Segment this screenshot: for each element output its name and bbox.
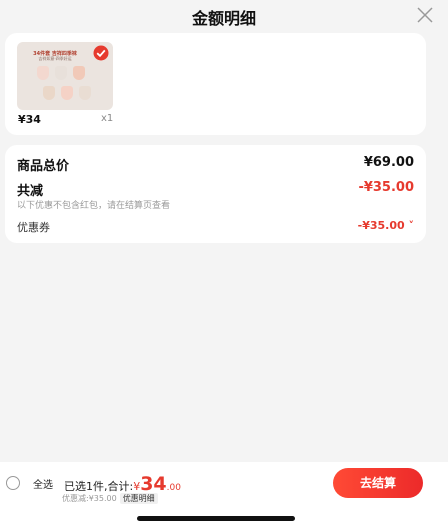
select-all-label[interactable]: 全选 [33, 476, 53, 491]
amount-detail-sheet: 金额明细 34件套 吉祥四季袜 吉祥如意·四季好运 ¥34 x1 商品总价 ¥6… [0, 0, 448, 530]
select-all-radio[interactable] [6, 476, 20, 490]
home-indicator [137, 516, 295, 521]
selected-check-icon [93, 45, 109, 61]
sock-image [61, 86, 73, 100]
selected-summary: 已选1件,合计:¥34.00 [64, 473, 181, 495]
selected-count-text: 已选1件,合计: [64, 480, 134, 493]
sock-image [55, 66, 67, 80]
total-price-value: ¥69.00 [363, 155, 414, 170]
sock-image [79, 86, 91, 100]
saved-amount: 优惠减:¥35.00 [62, 494, 117, 503]
coupon-value[interactable]: -¥35.00 ˅ [358, 219, 414, 232]
price-summary-card: 商品总价 ¥69.00 共减 -¥35.00 以下优惠不包含红包，请在结算页查看… [5, 145, 426, 243]
page-title: 金额明细 [191, 9, 256, 28]
product-price: ¥34 [18, 113, 41, 126]
header: 金额明细 [0, 0, 448, 30]
discount-detail-link[interactable]: 优惠明细 [119, 493, 158, 504]
reduction-value: -¥35.00 [358, 180, 414, 195]
product-card: 34件套 吉祥四季袜 吉祥如意·四季好运 ¥34 x1 [5, 33, 426, 135]
close-icon[interactable] [416, 6, 434, 24]
coupon-label: 优惠券 [17, 221, 50, 234]
product-quantity: x1 [101, 113, 114, 124]
checkout-button[interactable]: 去结算 [333, 468, 423, 498]
total-amount: 34 [140, 473, 167, 495]
reduction-label: 共减 [17, 184, 44, 199]
product-thumbnail[interactable]: 34件套 吉祥四季袜 吉祥如意·四季好运 [17, 42, 113, 110]
sock-image [73, 66, 85, 80]
saved-summary: 优惠减:¥35.00 优惠明细 [62, 493, 158, 504]
discount-note: 以下优惠不包含红包，请在结算页查看 [17, 201, 171, 211]
sock-image [43, 86, 55, 100]
thumbnail-subcaption: 吉祥如意·四季好运 [38, 56, 72, 61]
total-decimal: .00 [166, 483, 181, 493]
sock-image [37, 66, 49, 80]
total-price-label: 商品总价 [17, 159, 70, 174]
